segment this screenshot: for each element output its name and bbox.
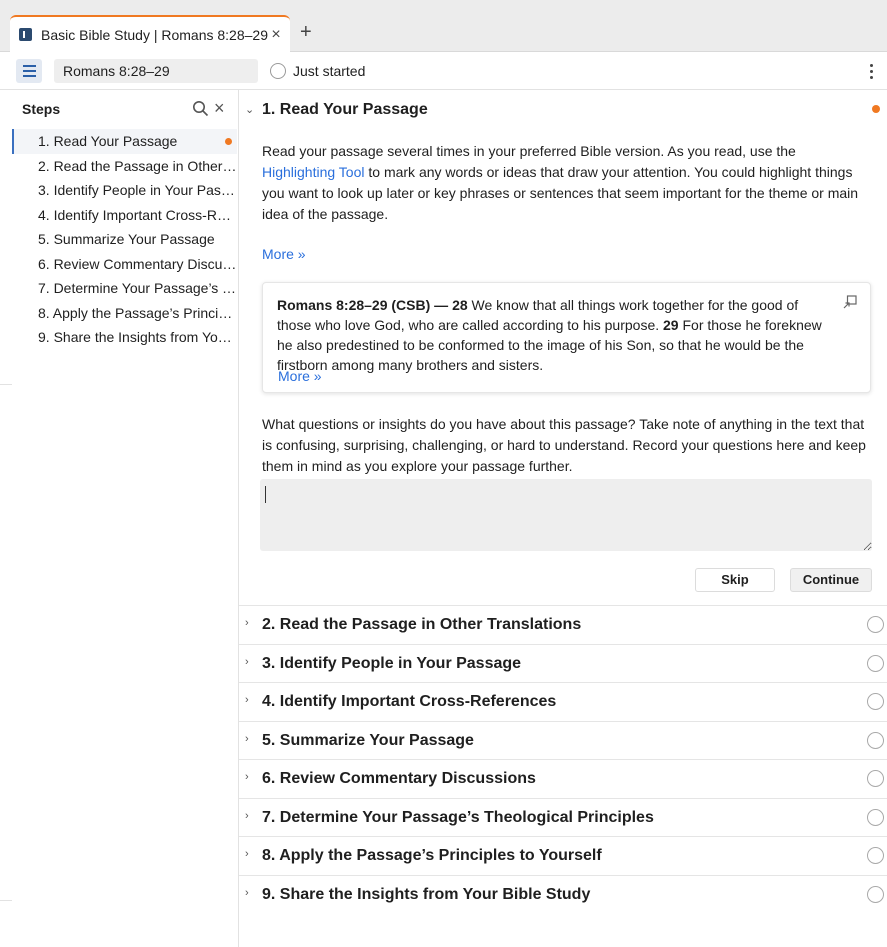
sidebar-item-step-3[interactable]: 3. Identify People in Your Passage — [12, 178, 237, 203]
step-5-row[interactable]: › 5. Summarize Your Passage — [239, 720, 887, 759]
chevron-right-icon: › — [245, 771, 249, 783]
sidebar-item-step-6[interactable]: 6. Review Commentary Discussions — [12, 252, 237, 277]
verse-reference[interactable]: Romans 8:28–29 (CSB) — [277, 297, 430, 313]
sidebar-item-step-9[interactable]: 9. Share the Insights from Your Bible St… — [12, 325, 237, 350]
main-panel: ⌄ 1. Read Your Passage Read your passage… — [239, 90, 887, 947]
toolbar: Just started — [0, 52, 887, 90]
steps-sidebar: Steps × 1. Read Your Passage 2. Read the… — [0, 90, 239, 947]
sidebar-item-step-8[interactable]: 8. Apply the Passage’s Principles to You… — [12, 301, 237, 326]
step-4-title: 4. Identify Important Cross-References — [262, 693, 557, 710]
sidebar-title: Steps — [22, 101, 61, 117]
incomplete-circle-icon[interactable] — [867, 808, 884, 826]
step-2-row[interactable]: › 2. Read the Passage in Other Translati… — [239, 605, 887, 643]
step-5-title: 5. Summarize Your Passage — [262, 731, 474, 749]
chevron-down-icon[interactable]: ⌄ — [245, 103, 254, 116]
intro-more-link[interactable]: More » — [262, 246, 306, 262]
step-1-title: 1. Read Your Passage — [262, 101, 428, 118]
question-prompt: What questions or insights do you have a… — [262, 416, 866, 474]
text-cursor — [265, 486, 266, 503]
step-9-title: 9. Share the Insights from Your Bible St… — [262, 885, 591, 903]
verse-number-29: 29 — [663, 317, 679, 333]
in-progress-dot-icon — [225, 138, 232, 145]
divider — [0, 384, 12, 385]
search-icon[interactable] — [192, 100, 209, 117]
sidebar-item-step-7[interactable]: 7. Determine Your Passage’s Theological … — [12, 276, 237, 301]
reference-input[interactable] — [54, 59, 258, 83]
incomplete-circle-icon[interactable] — [867, 770, 884, 787]
step-3-row[interactable]: › 3. Identify People in Your Passage — [239, 643, 887, 682]
incomplete-circle-icon[interactable] — [867, 731, 884, 749]
step-6-row[interactable]: › 6. Review Commentary Discussions — [239, 759, 887, 797]
document-tab[interactable]: Basic Bible Study | Romans 8:28–29 × — [10, 15, 290, 52]
hamburger-menu-icon[interactable] — [16, 59, 42, 83]
verse-more-link[interactable]: More » — [278, 368, 322, 384]
chevron-right-icon: › — [245, 809, 249, 822]
step-7-title: 7. Determine Your Passage’s Theological … — [262, 808, 654, 826]
verse-text: Romans 8:28–29 (CSB) — 28 We know that a… — [277, 297, 822, 373]
close-tab-icon[interactable]: × — [268, 26, 284, 44]
sidebar-item-step-2[interactable]: 2. Read the Passage in Other Translation… — [12, 154, 237, 179]
incomplete-circle-icon[interactable] — [867, 693, 884, 710]
chevron-right-icon: › — [245, 655, 249, 668]
chevron-right-icon: › — [245, 617, 249, 629]
progress-status-label: Just started — [293, 63, 366, 79]
step-9-row[interactable]: › 9. Share the Insights from Your Bible … — [239, 874, 887, 913]
chevron-right-icon: › — [245, 732, 249, 745]
verse-number-28: 28 — [452, 297, 468, 313]
incomplete-circle-icon[interactable] — [867, 885, 884, 903]
close-sidebar-icon[interactable]: × — [214, 98, 225, 118]
sidebar-item-step-1[interactable]: 1. Read Your Passage — [12, 129, 237, 154]
notes-textarea[interactable] — [260, 479, 872, 551]
chevron-right-icon: › — [245, 694, 249, 706]
step-intro-text: Read your passage several times in your … — [262, 143, 859, 222]
step-1-header[interactable]: ⌄ 1. Read Your Passage — [239, 90, 887, 130]
incomplete-circle-icon[interactable] — [867, 616, 884, 633]
vertical-ellipsis-icon[interactable] — [866, 61, 876, 81]
chevron-right-icon: › — [245, 886, 249, 899]
book-icon — [19, 28, 32, 41]
chevron-right-icon: › — [245, 848, 249, 860]
popout-icon[interactable] — [843, 295, 857, 309]
progress-status-icon[interactable] — [270, 63, 286, 79]
step-8-row[interactable]: › 8. Apply the Passage’s Principles to Y… — [239, 836, 887, 874]
sidebar-item-step-5[interactable]: 5. Summarize Your Passage — [12, 227, 237, 252]
step-7-row[interactable]: › 7. Determine Your Passage’s Theologica… — [239, 797, 887, 836]
divider — [0, 900, 12, 901]
step-2-title: 2. Read the Passage in Other Translation… — [262, 616, 582, 633]
tab-title: Basic Bible Study | Romans 8:28–29 — [41, 26, 268, 43]
incomplete-circle-icon[interactable] — [867, 847, 884, 864]
highlighting-tool-link[interactable]: Highlighting Tool — [262, 164, 364, 180]
step-4-row[interactable]: › 4. Identify Important Cross-References — [239, 682, 887, 720]
step-6-title: 6. Review Commentary Discussions — [262, 770, 536, 787]
in-progress-dot-icon — [872, 105, 880, 113]
skip-button[interactable]: Skip — [695, 568, 775, 592]
add-tab-button[interactable]: + — [300, 22, 312, 42]
tab-bar: Basic Bible Study | Romans 8:28–29 × + — [0, 0, 887, 52]
step-3-title: 3. Identify People in Your Passage — [262, 654, 522, 672]
sidebar-item-step-4[interactable]: 4. Identify Important Cross-References — [12, 203, 237, 228]
continue-button[interactable]: Continue — [790, 568, 872, 592]
steps-list: 1. Read Your Passage 2. Read the Passage… — [12, 129, 237, 350]
verse-card: Romans 8:28–29 (CSB) — 28 We know that a… — [262, 282, 871, 393]
step-8-title: 8. Apply the Passage’s Principles to You… — [262, 847, 602, 864]
incomplete-circle-icon[interactable] — [867, 654, 884, 672]
